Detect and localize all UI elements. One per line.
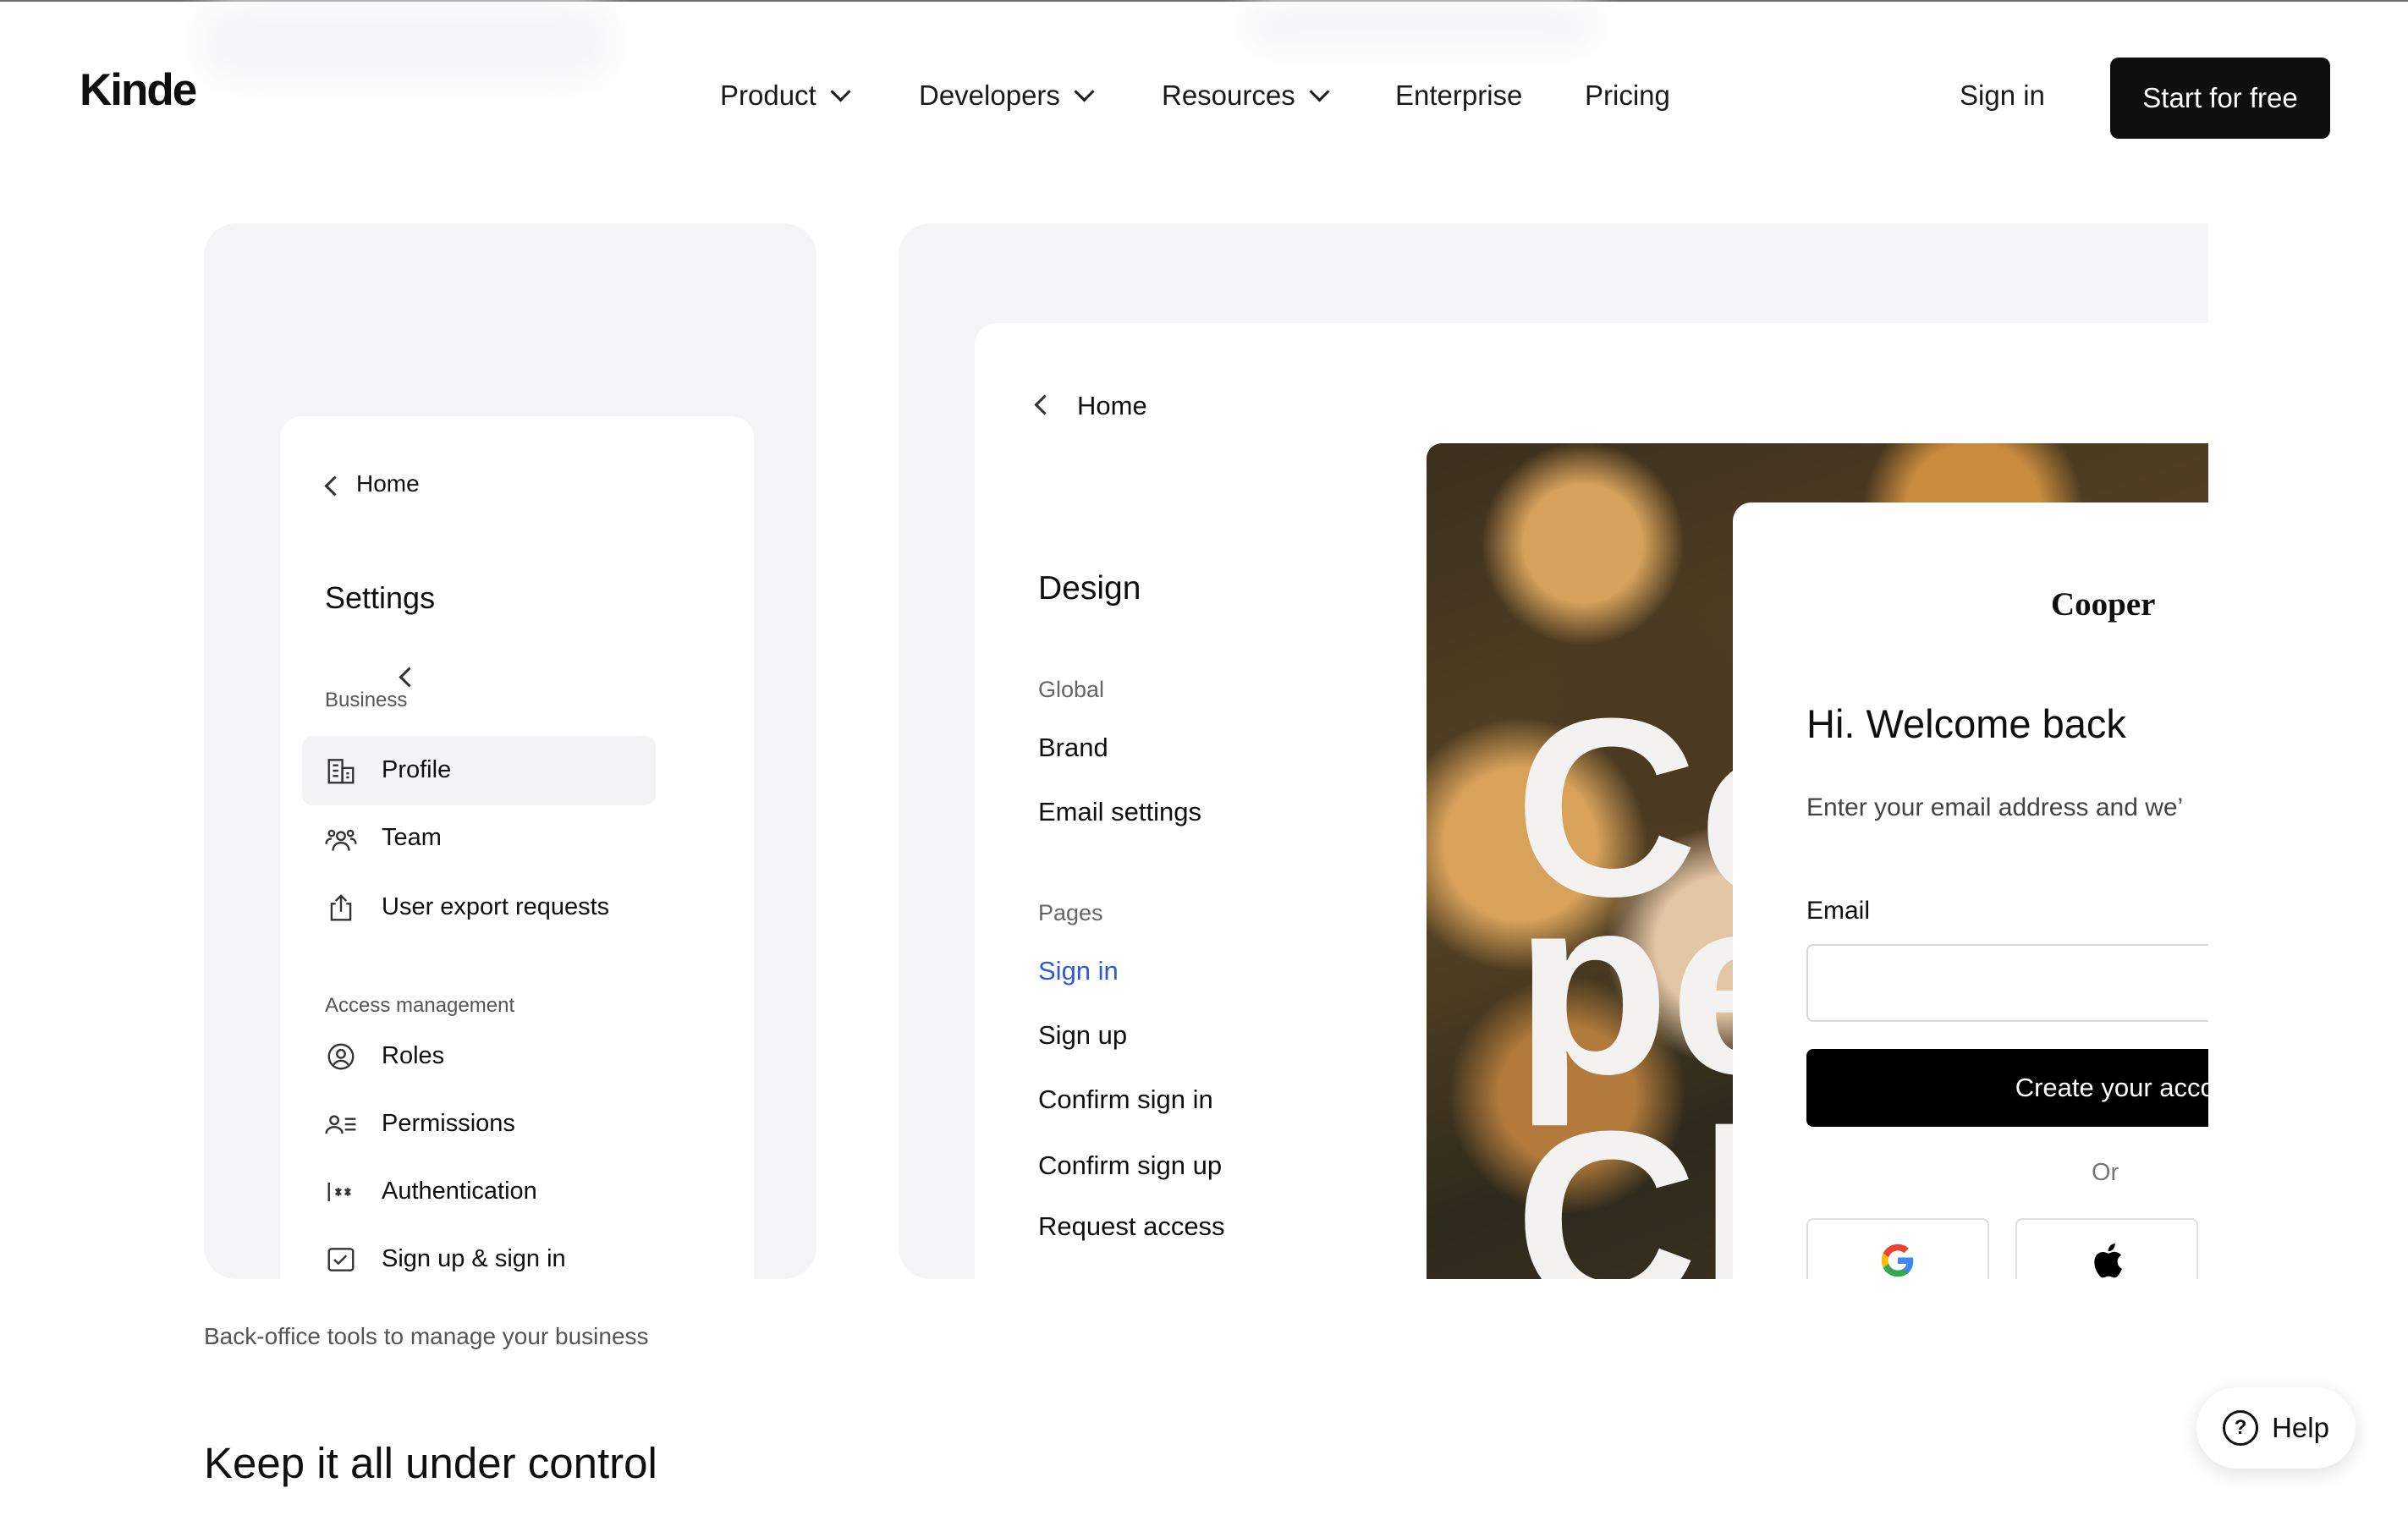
- nav-item-email-settings[interactable]: Email settings: [1038, 797, 1201, 827]
- background-blur-shape: [1244, 0, 1599, 51]
- back-home-link[interactable]: Home: [356, 470, 420, 497]
- start-for-free-button[interactable]: Start for free: [2110, 58, 2330, 139]
- apple-sign-in-button[interactable]: [2015, 1218, 2198, 1279]
- nav-resources-label: Resources: [1162, 80, 1295, 111]
- sign-in-preview-card: Cooper Hi. Welcome back Enter your email…: [1733, 502, 2208, 1279]
- nav-developers[interactable]: Developers: [919, 80, 1095, 112]
- help-button[interactable]: ? Help: [2196, 1387, 2356, 1469]
- help-label: Help: [2272, 1412, 2329, 1443]
- sidebar-item-permissions[interactable]: Permissions: [382, 1110, 515, 1138]
- nav-pricing[interactable]: Pricing: [1585, 80, 1670, 112]
- export-icon: [325, 892, 357, 924]
- sidebar-item-user-export-requests[interactable]: User export requests: [382, 893, 609, 921]
- password-icon: [325, 1176, 357, 1208]
- nav-product[interactable]: Product: [720, 80, 851, 112]
- section-heading-pages: Pages: [1038, 900, 1103, 925]
- welcome-heading: Hi. Welcome back: [1806, 701, 2126, 746]
- sidebar-item-authentication[interactable]: Authentication: [382, 1178, 537, 1205]
- nav-item-sign-up[interactable]: Sign up: [1038, 1020, 1127, 1051]
- image-letters-line-3: Cl: [1515, 1078, 1768, 1279]
- nav-resources[interactable]: Resources: [1162, 80, 1330, 112]
- chevron-down-icon: [1309, 80, 1330, 102]
- nav-item-brand[interactable]: Brand: [1038, 733, 1108, 763]
- user-circle-icon: [325, 1041, 357, 1073]
- welcome-subtitle: Enter your email address and we’: [1806, 793, 2184, 821]
- settings-card-content: Home Settings Business Profile Team User…: [280, 416, 754, 1279]
- background-blur-shape: [195, 0, 618, 85]
- section-heading: Keep it all under control: [204, 1439, 657, 1487]
- email-label: Email: [1806, 897, 1871, 925]
- design-title: Design: [1038, 570, 1141, 607]
- nav-item-confirm-sign-in[interactable]: Confirm sign in: [1038, 1084, 1213, 1115]
- email-field[interactable]: [1806, 944, 2208, 1022]
- google-icon: [1879, 1242, 1916, 1280]
- brand-logo: Cooper: [2051, 586, 2156, 623]
- chevron-down-icon: [1074, 80, 1095, 102]
- sidebar-item-team[interactable]: Team: [382, 824, 442, 852]
- create-account-button[interactable]: Create your accou: [1806, 1049, 2208, 1127]
- apple-icon: [2090, 1242, 2124, 1280]
- or-divider: Or: [2092, 1159, 2119, 1186]
- question-icon: ?: [2223, 1410, 2259, 1446]
- nav-item-request-access[interactable]: Request access: [1038, 1211, 1225, 1242]
- back-home-link[interactable]: Home: [1077, 391, 1147, 421]
- chevron-left-icon[interactable]: [324, 475, 345, 497]
- settings-title: Settings: [325, 580, 436, 615]
- create-account-label: Create your accou: [2015, 1073, 2208, 1102]
- kinde-logo[interactable]: Kinde: [80, 64, 197, 116]
- nav-developers-label: Developers: [919, 80, 1060, 111]
- sidebar-item-roles[interactable]: Roles: [382, 1042, 444, 1070]
- section-heading-global: Global: [1038, 677, 1105, 702]
- nav-product-label: Product: [720, 80, 816, 111]
- nav-item-confirm-sign-up[interactable]: Confirm sign up: [1038, 1150, 1222, 1181]
- sign-in-link[interactable]: Sign in: [1960, 80, 2045, 112]
- chevron-down-icon: [830, 80, 851, 102]
- section-heading-access-management: Access management: [325, 994, 515, 1017]
- user-list-icon: [325, 1108, 357, 1140]
- section-heading-business: Business: [325, 689, 408, 711]
- settings-caption: Back-office tools to manage your busines…: [204, 1323, 649, 1349]
- sidebar-item-sign-up-sign-in[interactable]: Sign up & sign in: [382, 1245, 566, 1273]
- design-nav: Home Design Global Brand Email settings …: [975, 323, 1432, 1279]
- chevron-left-icon[interactable]: [1034, 394, 1055, 415]
- team-icon: [325, 824, 357, 856]
- nav-item-sign-in[interactable]: Sign in: [1038, 956, 1119, 986]
- sidebar-item-label: Profile: [382, 756, 452, 783]
- checkbox-icon: [325, 1244, 357, 1276]
- nav-pricing-label: Pricing: [1585, 80, 1670, 111]
- building-icon: [325, 755, 357, 787]
- nav-enterprise-label: Enterprise: [1395, 80, 1523, 111]
- google-sign-in-button[interactable]: [1806, 1218, 1989, 1279]
- nav-enterprise[interactable]: Enterprise: [1395, 80, 1522, 112]
